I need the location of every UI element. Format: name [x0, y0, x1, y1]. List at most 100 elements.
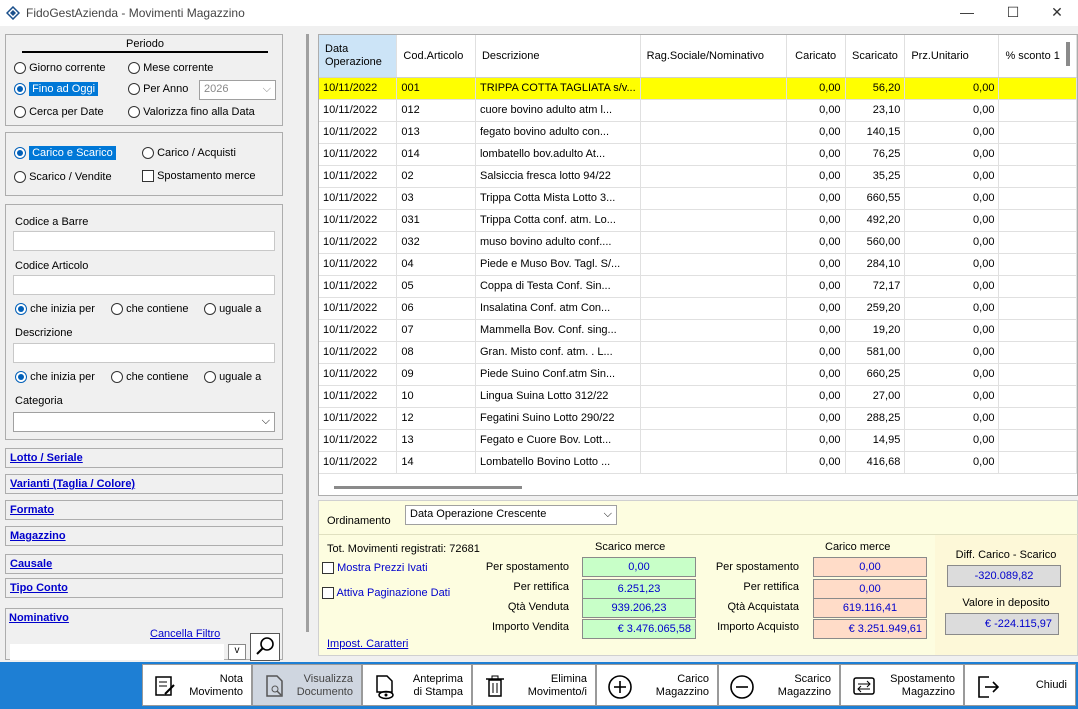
radio-giorno-corrente[interactable]: Giorno corrente [14, 62, 106, 75]
tot-movimenti: Tot. Movimenti registrati: 72681 [327, 543, 480, 555]
radio-descr-uguale[interactable]: uguale a [204, 371, 261, 384]
section-formato[interactable]: Formato [5, 500, 283, 520]
table-row[interactable]: 10/11/2022 03 Trippa Cotta Mista Lotto 3..… [319, 187, 1077, 210]
anteprima-stampa-button[interactable]: Anteprima di Stampa [362, 664, 472, 706]
table-row[interactable]: 10/11/2022 10 Lingua Suina Lotto 312/22 0,0… [319, 385, 1077, 408]
table-row[interactable]: 10/11/2022 001 TRIPPA COTTA TAGLIATA s/v..… [319, 77, 1077, 100]
table-row[interactable]: 10/11/2022 13 Fegato e Cuore Bov. Lott... 0… [319, 429, 1077, 452]
carico-magazzino-button[interactable]: Carico Magazzino [596, 664, 718, 706]
radio-per-anno[interactable]: Per Anno [128, 83, 188, 96]
table-row[interactable]: 10/11/2022 07 Mammella Bov. Conf. sing... 0… [319, 319, 1077, 342]
nota-movimento-button[interactable]: Nota Movimento [142, 664, 252, 706]
column-header[interactable]: Caricato [786, 35, 846, 78]
impost-caratteri-link[interactable]: Impost. Caratteri [327, 638, 408, 650]
descrizione-input[interactable] [13, 343, 275, 363]
table-cell: 0,00 [786, 143, 846, 166]
table-cell: 0,00 [904, 165, 1000, 188]
elimina-movimento-button[interactable]: Elimina Movimento/i [472, 664, 596, 706]
visualizza-documento-button[interactable]: Visualizza Documento [252, 664, 362, 706]
column-header[interactable]: Prz.Unitario [904, 35, 1000, 78]
search-button[interactable] [250, 633, 280, 661]
table-cell: 0,00 [786, 231, 846, 254]
title-bar: FidoGestAzienda - Movimenti Magazzino — … [0, 0, 1078, 26]
radio-descr-inizia[interactable]: che inizia per [15, 371, 95, 384]
section-lotto-seriale[interactable]: Lotto / Seriale [5, 448, 283, 468]
radio-mese-corrente[interactable]: Mese corrente [128, 62, 213, 75]
checkbox-mostra-prezzi-ivati[interactable]: Mostra Prezzi Ivati [322, 562, 428, 575]
grid-horizontal-scrollbar[interactable] [334, 486, 522, 489]
table-row[interactable]: 10/11/2022 04 Piede e Muso Bov. Tagl. S/..… [319, 253, 1077, 276]
maximize-button[interactable]: ☐ [990, 0, 1036, 26]
note-icon [155, 676, 175, 696]
table-row[interactable]: 10/11/2022 014 lombatello bov.adulto At...… [319, 143, 1077, 166]
section-varianti[interactable]: Varianti (Taglia / Colore) [5, 474, 283, 494]
column-header[interactable]: % sconto 1 [998, 35, 1077, 78]
nominativo-input[interactable] [10, 644, 224, 660]
table-row[interactable]: 10/11/2022 032 muso bovino adulto conf....… [319, 231, 1077, 254]
radio-cerca-per-date[interactable]: Cerca per Date [14, 106, 104, 119]
transfer-icon [853, 677, 875, 695]
table-cell: 0,00 [904, 363, 1000, 386]
table-cell [640, 341, 787, 364]
checkbox-attiva-paginazione[interactable]: Attiva Paginazione Dati [322, 587, 450, 600]
radio-codice-contiene[interactable]: che contiene [111, 303, 188, 316]
radio-carico-scarico[interactable]: Carico e Scarico [14, 146, 116, 160]
periodo-divider [22, 51, 268, 53]
close-button[interactable]: ✕ [1034, 0, 1078, 26]
table-row[interactable]: 10/11/2022 12 Fegatini Suino Lotto 290/22 0… [319, 407, 1077, 430]
table-row[interactable]: 10/11/2022 012 cuore bovino adulto atm l..… [319, 99, 1077, 122]
ordinamento-select[interactable]: Data Operazione Crescente ⌵ [405, 505, 617, 525]
section-magazzino[interactable]: Magazzino [5, 526, 283, 546]
table-cell: 12 [396, 407, 476, 430]
periodo-group: Periodo Giorno corrente Mese corrente Fi… [5, 34, 283, 126]
plus-circle-icon [608, 675, 632, 699]
column-header[interactable]: Scaricato [845, 35, 906, 78]
table-row[interactable]: 10/11/2022 09 Piede Suino Conf.atm Sin... 0… [319, 363, 1077, 386]
table-cell: 23,10 [845, 99, 906, 122]
chiudi-button[interactable]: Chiudi [964, 664, 1076, 706]
codice-barre-input[interactable] [13, 231, 275, 251]
table-cell: 56,20 [845, 77, 906, 100]
grid-vertical-scrollbar[interactable] [1066, 42, 1070, 66]
table-cell: Lombatello Bovino Lotto ... [475, 451, 641, 474]
cancella-filtro-link[interactable]: Cancella Filtro [150, 628, 220, 640]
radio-carico-acquisti[interactable]: Carico / Acquisti [142, 147, 236, 160]
table-cell: Trippa Cotta conf. atm. Lo... [475, 209, 641, 232]
column-header[interactable]: Cod.Articolo [396, 35, 476, 78]
table-row[interactable]: 10/11/2022 02 Salsiccia fresca lotto 94/22… [319, 165, 1077, 188]
radio-descr-contiene[interactable]: che contiene [111, 371, 188, 384]
categoria-select[interactable]: ⌵ [13, 412, 275, 432]
spostamento-magazzino-button[interactable]: Spostamento Magazzino [840, 664, 964, 706]
table-row[interactable]: 10/11/2022 031 Trippa Cotta conf. atm. Lo.… [319, 209, 1077, 232]
table-row[interactable]: 10/11/2022 013 fegato bovino adulto con...… [319, 121, 1077, 144]
table-row[interactable]: 10/11/2022 14 Lombatello Bovino Lotto ... 0… [319, 451, 1077, 474]
radio-fino-ad-oggi[interactable]: Fino ad Oggi [14, 82, 99, 96]
table-row[interactable]: 10/11/2022 06 Insalatina Conf. atm Con... 0… [319, 297, 1077, 320]
column-header[interactable]: Data Operazione [319, 35, 398, 78]
table-cell [640, 275, 787, 298]
section-causale[interactable]: Causale [5, 554, 283, 574]
table-row[interactable]: 10/11/2022 08 Gran. Misto conf. atm. . L..… [319, 341, 1077, 364]
section-tipo-conto[interactable]: Tipo Conto [5, 578, 283, 598]
radio-codice-inizia[interactable]: che inizia per [15, 303, 95, 316]
radio-valorizza[interactable]: Valorizza fino alla Data [128, 106, 255, 119]
scarico-magazzino-button[interactable]: Scarico Magazzino [718, 664, 840, 706]
anno-select[interactable]: 2026 ⌵ [199, 80, 276, 100]
checkbox-spostamento[interactable]: Spostamento merce [142, 170, 256, 183]
table-cell: 35,25 [845, 165, 906, 188]
table-row[interactable]: 10/11/2022 05 Coppa di Testa Conf. Sin... 0… [319, 275, 1077, 298]
table-cell [640, 165, 787, 188]
section-nominativo[interactable]: Nominativo [9, 612, 69, 624]
left-scrollbar-thumb[interactable] [306, 34, 309, 632]
table-cell: 10/11/2022 [319, 319, 398, 342]
codice-articolo-input[interactable] [13, 275, 275, 295]
diff-box: Diff. Carico - Scarico -320.089,82 Valor… [935, 535, 1077, 655]
column-header[interactable]: Descrizione [475, 35, 641, 78]
radio-scarico-vendite[interactable]: Scarico / Vendite [14, 171, 112, 184]
minimize-button[interactable]: — [944, 0, 990, 26]
table-cell: 0,00 [904, 99, 1000, 122]
table-cell: 0,00 [786, 121, 846, 144]
radio-codice-uguale[interactable]: uguale a [204, 303, 261, 316]
column-header[interactable]: Rag.Sociale/Nominativo [640, 35, 787, 78]
nominativo-dropdown[interactable]: v [228, 644, 246, 660]
